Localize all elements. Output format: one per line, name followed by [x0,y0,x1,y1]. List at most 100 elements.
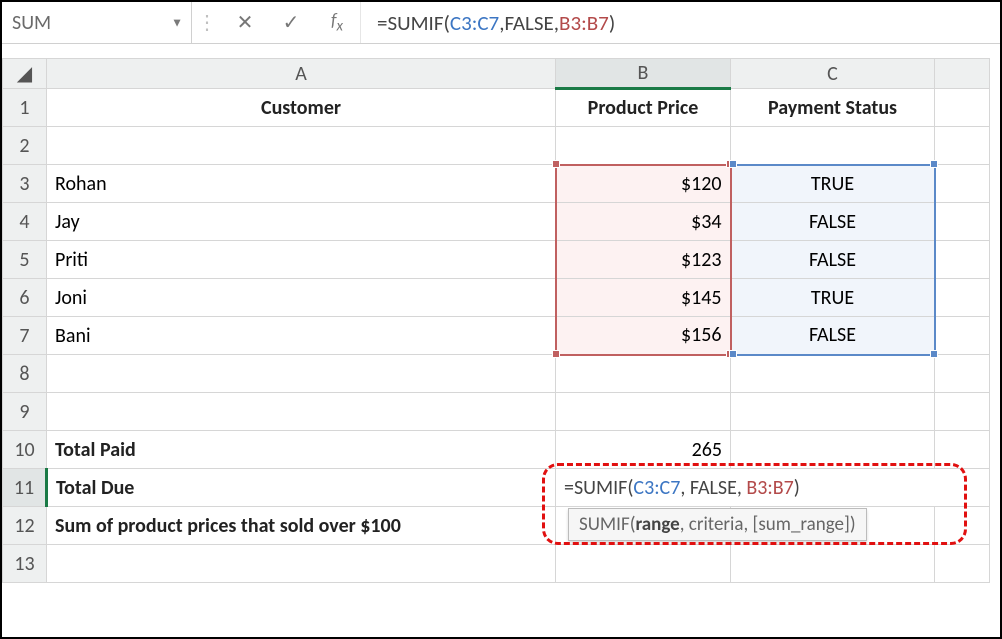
cell-A5[interactable]: Priti [47,241,556,279]
cell-D10[interactable] [935,431,990,469]
cell-D2[interactable] [935,127,990,165]
formula-range2: B3:B7 [559,10,609,36]
row-header-8[interactable]: 8 [3,355,47,393]
cell-D8[interactable] [935,355,990,393]
chevron-down-icon[interactable]: ▼ [171,15,183,30]
row-header-6[interactable]: 6 [3,279,47,317]
cell-C8[interactable] [731,355,935,393]
enter-icon[interactable]: ✓ [268,2,314,43]
row-header-10[interactable]: 10 [3,431,47,469]
cell-B10[interactable]: 265 [556,431,731,469]
tooltip-criteria: criteria [689,513,744,536]
name-box-value: SUM [12,11,51,35]
tooltip-range: range [635,513,679,536]
cancel-icon[interactable]: ✕ [222,2,268,43]
cell-C7[interactable]: FALSE [731,317,935,355]
cell-formula-range1: C3:C7 [633,476,680,500]
cell-B11-editing[interactable]: =SUMIF(C3:C7, FALSE, B3:B7) [556,469,990,507]
cell-A10[interactable]: Total Paid [47,431,556,469]
cell-A8[interactable] [47,355,556,393]
cell-A11[interactable]: Total Due [47,469,556,507]
cell-C2[interactable] [731,127,935,165]
fx-icon[interactable]: fx [314,2,360,43]
cell-A4[interactable]: Jay [47,203,556,241]
row-header-4[interactable]: 4 [3,203,47,241]
cell-B6[interactable]: $145 [556,279,731,317]
col-header-C[interactable]: C [731,59,935,89]
range-handle-blue-tl[interactable] [729,160,737,168]
range-handle-blue-tr[interactable] [930,160,938,168]
formula-input[interactable]: =SUMIF(C3:C7, FALSE, B3:B7) [360,2,1000,43]
row-header-1[interactable]: 1 [3,89,47,127]
cell-C4[interactable]: FALSE [731,203,935,241]
cell-C5[interactable]: FALSE [731,241,935,279]
formula-fn: SUMIF [387,10,443,36]
select-all-corner[interactable]: ◢ [3,59,47,89]
cell-C10[interactable] [731,431,935,469]
cell-B3[interactable]: $120 [556,165,731,203]
cell-C3[interactable]: TRUE [731,165,935,203]
cell-A12[interactable]: Sum of product prices that sold over $10… [47,507,556,545]
cell-B13[interactable] [556,545,731,583]
cell-D1[interactable] [935,89,990,127]
cell-B9[interactable] [556,393,731,431]
row-header-5[interactable]: 5 [3,241,47,279]
row-header-7[interactable]: 7 [3,317,47,355]
cell-C1[interactable]: Payment Status [731,89,935,127]
cell-B8[interactable] [556,355,731,393]
cell-C9[interactable] [731,393,935,431]
range-handle-blue-bl[interactable] [729,350,737,358]
row-header-2[interactable]: 2 [3,127,47,165]
cell-formula-range2: B3:B7 [746,476,793,500]
formula-criteria: FALSE [504,10,553,36]
tooltip-sumrange: [sum_range] [753,513,850,536]
cell-A7[interactable]: Bani [47,317,556,355]
range-handle-red-tl[interactable] [552,160,560,168]
cell-D3[interactable] [935,165,990,203]
col-header-B[interactable]: B [556,59,731,89]
worksheet: ◢ A B C 1 Customer Product Price Payment… [2,58,1000,583]
cell-A9[interactable] [47,393,556,431]
formula-bar-separator: ⋮ [192,2,222,43]
formula-bar: SUM ▼ ⋮ ✕ ✓ fx =SUMIF(C3:C7, FALSE, B3:B… [2,2,1000,44]
cell-D7[interactable] [935,317,990,355]
col-header-D[interactable] [935,59,990,89]
cell-formula-criteria: FALSE [690,476,737,500]
cell-A13[interactable] [47,545,556,583]
formula-tooltip: SUMIF(range, criteria, [sum_range]) [568,508,867,541]
cell-D5[interactable] [935,241,990,279]
cell-D13[interactable] [935,545,990,583]
cell-B5[interactable]: $123 [556,241,731,279]
cell-D9[interactable] [935,393,990,431]
cell-formula-close: ) [794,476,800,500]
cell-formula-eq: = [564,476,574,500]
cell-A3[interactable]: Rohan [47,165,556,203]
cell-D12[interactable] [935,507,990,545]
range-handle-red-bl[interactable] [552,350,560,358]
row-header-12[interactable]: 12 [3,507,47,545]
cell-B4[interactable]: $34 [556,203,731,241]
cell-B7[interactable]: $156 [556,317,731,355]
row-header-9[interactable]: 9 [3,393,47,431]
cell-D4[interactable] [935,203,990,241]
cell-A6[interactable]: Joni [47,279,556,317]
cell-D6[interactable] [935,279,990,317]
cell-formula-sep2: , [737,476,747,500]
cell-formula-sep1: , [680,476,690,500]
formula-eq: = [377,10,387,36]
name-box[interactable]: SUM ▼ [2,2,192,43]
grid[interactable]: ◢ A B C 1 Customer Product Price Payment… [2,58,990,583]
tooltip-s1: , [680,513,689,536]
row-header-3[interactable]: 3 [3,165,47,203]
row-header-11[interactable]: 11 [3,469,47,507]
row-header-13[interactable]: 13 [3,545,47,583]
cell-B2[interactable] [556,127,731,165]
cell-C13[interactable] [731,545,935,583]
col-header-A[interactable]: A [47,59,556,89]
cell-A2[interactable] [47,127,556,165]
cell-B1[interactable]: Product Price [556,89,731,127]
cell-A1[interactable]: Customer [47,89,556,127]
range-handle-blue-br[interactable] [930,350,938,358]
tooltip-s2: , [744,513,753,536]
cell-C6[interactable]: TRUE [731,279,935,317]
